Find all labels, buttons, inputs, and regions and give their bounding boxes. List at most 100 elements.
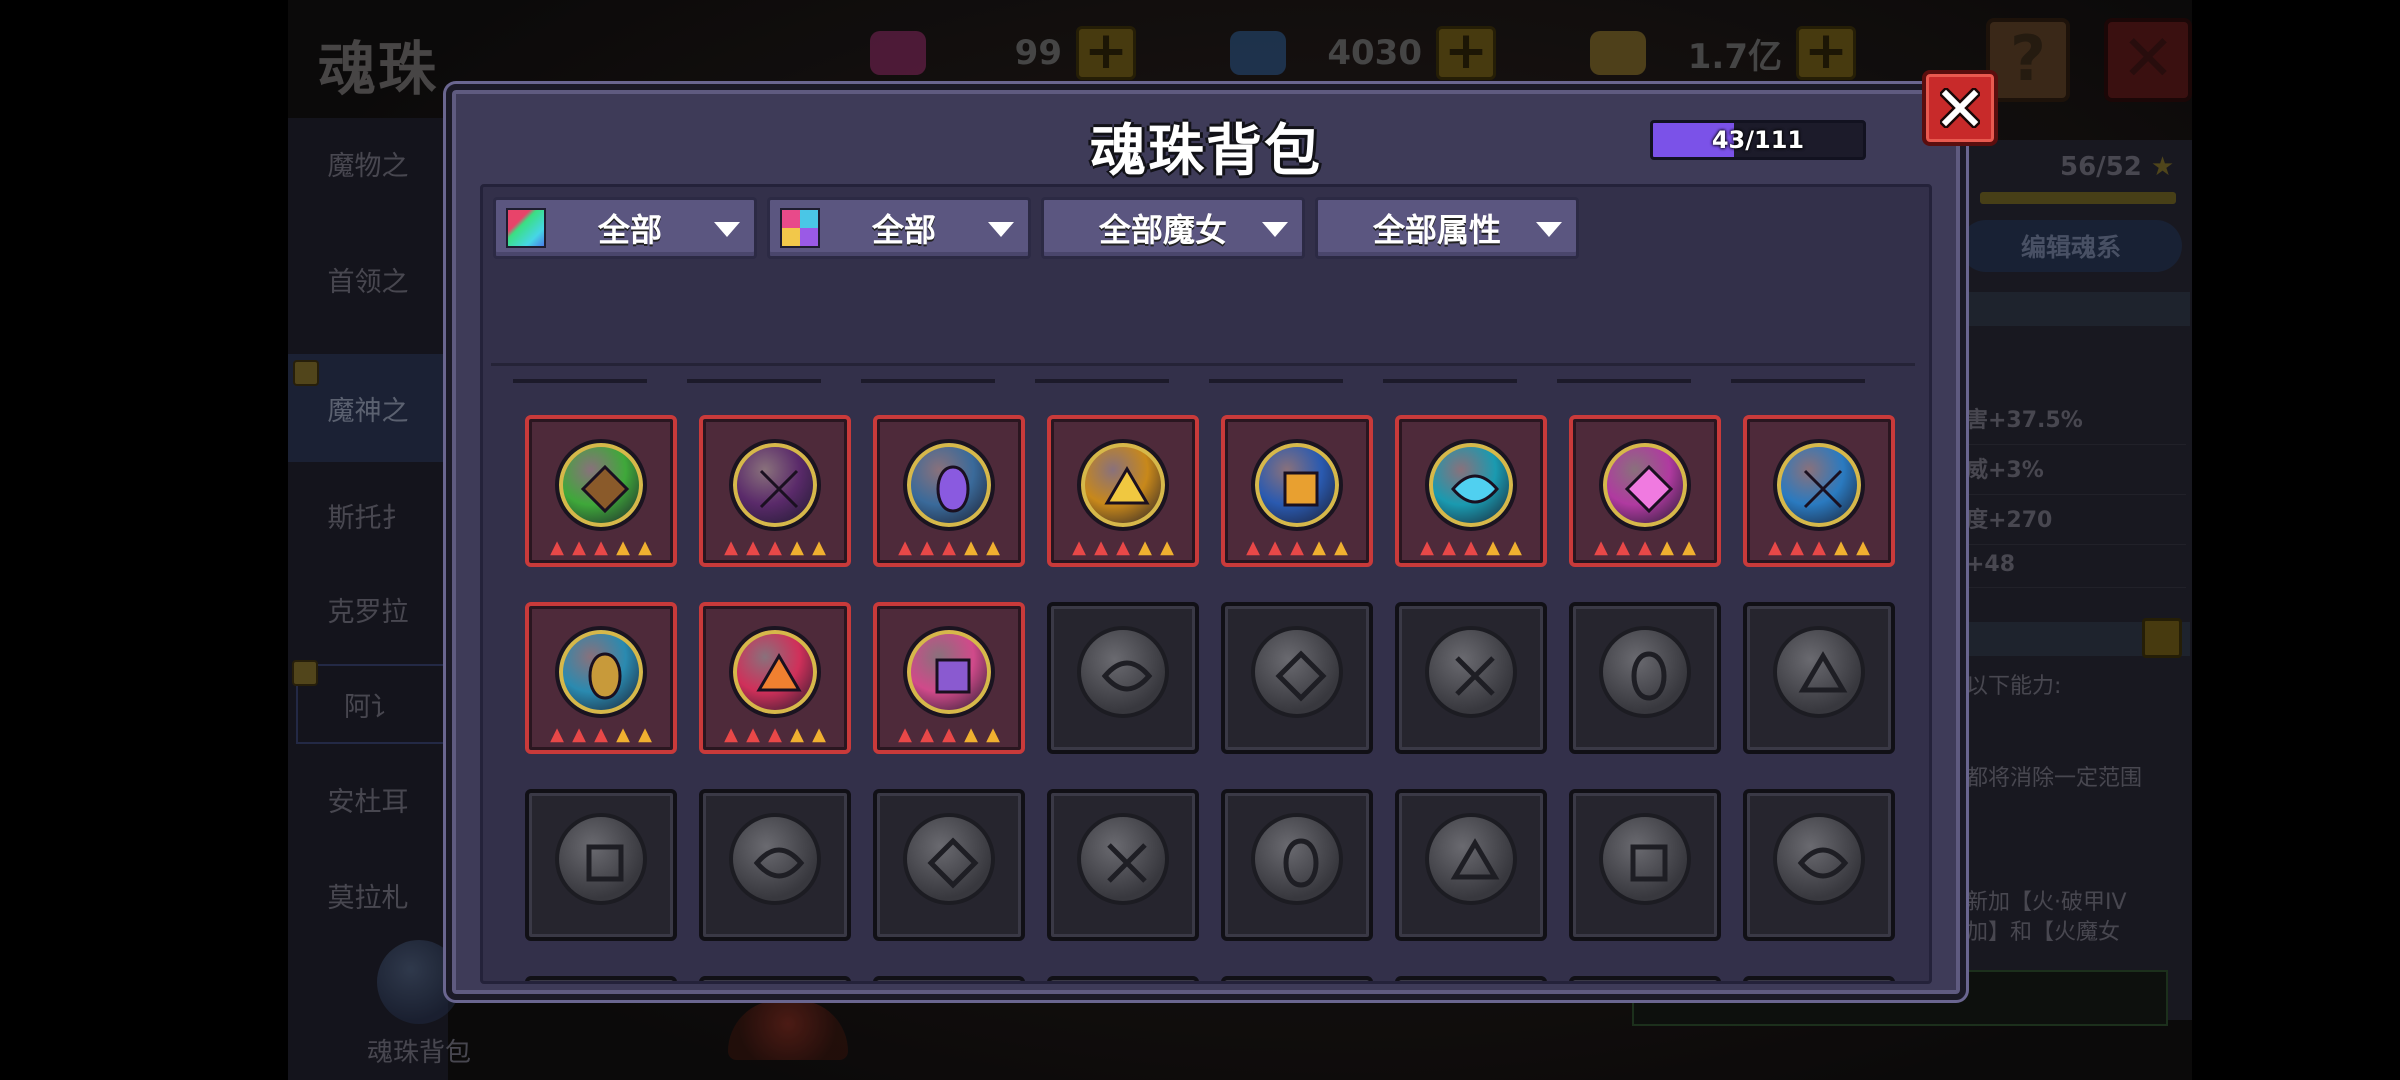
locked-orb-slot[interactable] <box>1221 976 1373 981</box>
orb-glyph <box>1451 474 1499 504</box>
flame-star-icon: ▲ <box>942 537 956 558</box>
locked-orb-slot[interactable] <box>1047 789 1199 941</box>
locked-orb-slot[interactable] <box>525 976 677 981</box>
blue-pearl-icon <box>1425 439 1517 531</box>
orb-glyph <box>1101 660 1153 692</box>
divider <box>491 363 1915 366</box>
orb-glyph <box>1631 651 1667 701</box>
flame-star-icon: ▲ <box>724 537 738 558</box>
pink-crystal-bird-icon <box>729 439 821 531</box>
flame-star-icon: ▲ <box>746 537 760 558</box>
bag-content: 全部 全部 全部魔女 全部属性 ▲ ▲ ▲ ▲ ▲ ▲ ▲ ▲ ▲ ▲ ▲ ▲ ▲ ▲ ▲ ▲ ▲ ▲ ▲ ▲ ▲ ▲ ▲ ▲… <box>480 184 1932 984</box>
flame-star-icon: ▲ <box>986 537 1000 558</box>
close-button[interactable] <box>1922 70 1998 146</box>
locked-orb-slot[interactable] <box>1395 602 1547 754</box>
soul-orb-slot[interactable]: ▲ ▲ ▲ ▲ ▲ <box>699 602 851 754</box>
witch-filter-dropdown[interactable]: 全部魔女 <box>1041 197 1305 259</box>
locked-orb-slot[interactable] <box>1743 976 1895 981</box>
orb-glyph <box>1803 469 1843 509</box>
soul-orb-slot[interactable]: ▲ ▲ ▲ ▲ ▲ <box>1743 415 1895 567</box>
locked-orb-slot[interactable] <box>1395 789 1547 941</box>
soul-orb-slot[interactable]: ▲ ▲ ▲ ▲ ▲ <box>1221 415 1373 567</box>
locked-orb-slot[interactable] <box>1569 789 1721 941</box>
locked-orb-slot[interactable] <box>1047 976 1199 981</box>
flame-star-icon: ▲ <box>1768 537 1782 558</box>
locked-orb-slot[interactable] <box>699 976 851 981</box>
flame-star-icon: ▲ <box>1638 537 1652 558</box>
orb-glyph <box>1797 847 1849 879</box>
star-rating: ▲ ▲ ▲ ▲ ▲ <box>547 726 655 744</box>
soul-orb-slot[interactable]: ▲ ▲ ▲ ▲ ▲ <box>873 602 1025 754</box>
locked-orb-slot[interactable] <box>1569 976 1721 981</box>
orb-glyph <box>759 469 799 509</box>
attribute-filter-dropdown[interactable]: 全部属性 <box>1315 197 1579 259</box>
locked-orb-slot[interactable] <box>1221 789 1373 941</box>
orb-glyph <box>1107 843 1147 883</box>
quality-filter-dropdown[interactable]: 全部 <box>493 197 757 259</box>
locked-orb-slot[interactable] <box>525 789 677 941</box>
flame-star-icon: ▲ <box>790 537 804 558</box>
soul-orb-slot[interactable]: ▲ ▲ ▲ ▲ ▲ <box>525 602 677 754</box>
locked-orb-slot[interactable] <box>873 789 1025 941</box>
locked-orb-slot[interactable] <box>1047 602 1199 754</box>
flame-star-icon: ▲ <box>1790 537 1804 558</box>
flame-star-icon: ▲ <box>790 724 804 745</box>
flame-star-icon: ▲ <box>920 724 934 745</box>
flame-star-icon: ▲ <box>1856 537 1870 558</box>
rainbow-quality-icon <box>506 208 546 248</box>
flame-star-icon: ▲ <box>550 724 564 745</box>
soul-orb-slot[interactable]: ▲ ▲ ▲ ▲ ▲ <box>525 415 677 567</box>
flame-star-icon: ▲ <box>964 537 978 558</box>
spear-silhouette-icon <box>1425 813 1517 905</box>
hat-silhouette-icon <box>555 813 647 905</box>
flame-star-icon: ▲ <box>1682 537 1696 558</box>
star-rating: ▲ ▲ ▲ ▲ ▲ <box>895 726 1003 744</box>
dropdown-arrow-icon <box>1536 222 1562 237</box>
flame-star-icon: ▲ <box>1160 537 1174 558</box>
soul-orb-slot[interactable]: ▲ ▲ ▲ ▲ ▲ <box>873 415 1025 567</box>
locked-orb-slot[interactable] <box>1743 789 1895 941</box>
filter-label: 全部 <box>871 211 936 249</box>
locked-orb-slot[interactable] <box>1395 976 1547 981</box>
star-rating: ▲ ▲ ▲ ▲ ▲ <box>547 539 655 557</box>
flame-star-icon: ▲ <box>1116 537 1130 558</box>
orb-glyph <box>1104 466 1150 505</box>
locked-orb-slot[interactable] <box>1569 602 1721 754</box>
flame-star-icon: ▲ <box>1660 537 1674 558</box>
flame-star-icon: ▲ <box>1508 537 1522 558</box>
monkey-orb-icon <box>555 439 647 531</box>
flame-star-icon: ▲ <box>594 537 608 558</box>
locked-orb-slot[interactable] <box>1221 602 1373 754</box>
fire-demon-mask-icon <box>729 626 821 718</box>
column-line <box>1209 379 1343 383</box>
column-line <box>1035 379 1169 383</box>
locked-orb-slot[interactable] <box>1743 602 1895 754</box>
flame-star-icon: ▲ <box>1334 537 1348 558</box>
flame-star-icon: ▲ <box>1072 537 1086 558</box>
flame-star-icon: ▲ <box>1834 537 1848 558</box>
dragon-silhouette-icon <box>1599 813 1691 905</box>
flame-star-icon: ▲ <box>964 724 978 745</box>
soul-orb-slot[interactable]: ▲ ▲ ▲ ▲ ▲ <box>1395 415 1547 567</box>
beast-silhouette-icon <box>1251 813 1343 905</box>
orb-glyph <box>588 652 622 700</box>
color-filter-dropdown[interactable]: 全部 <box>767 197 1031 259</box>
filter-label: 全部属性 <box>1372 211 1501 249</box>
flame-star-icon: ▲ <box>724 724 738 745</box>
column-line <box>687 379 821 383</box>
flame-star-icon: ▲ <box>638 537 652 558</box>
orb-glyph <box>936 465 970 513</box>
soul-orb-slot[interactable]: ▲ ▲ ▲ ▲ ▲ <box>1569 415 1721 567</box>
locked-orb-slot[interactable] <box>699 789 851 941</box>
filter-bar: 全部 全部 全部魔女 全部属性 <box>493 197 1579 259</box>
star-rating: ▲ ▲ ▲ ▲ ▲ <box>721 539 829 557</box>
flame-star-icon: ▲ <box>1312 537 1326 558</box>
soul-orb-slot[interactable]: ▲ ▲ ▲ ▲ ▲ <box>1047 415 1199 567</box>
locked-orb-slot[interactable] <box>873 976 1025 981</box>
pink-pearl-icon <box>1599 439 1691 531</box>
dropdown-arrow-icon <box>1262 222 1288 237</box>
soul-orb-slot[interactable]: ▲ ▲ ▲ ▲ ▲ <box>699 415 851 567</box>
axe-silhouette-icon <box>1077 626 1169 718</box>
flame-star-icon: ▲ <box>898 537 912 558</box>
orb-glyph <box>753 847 805 879</box>
